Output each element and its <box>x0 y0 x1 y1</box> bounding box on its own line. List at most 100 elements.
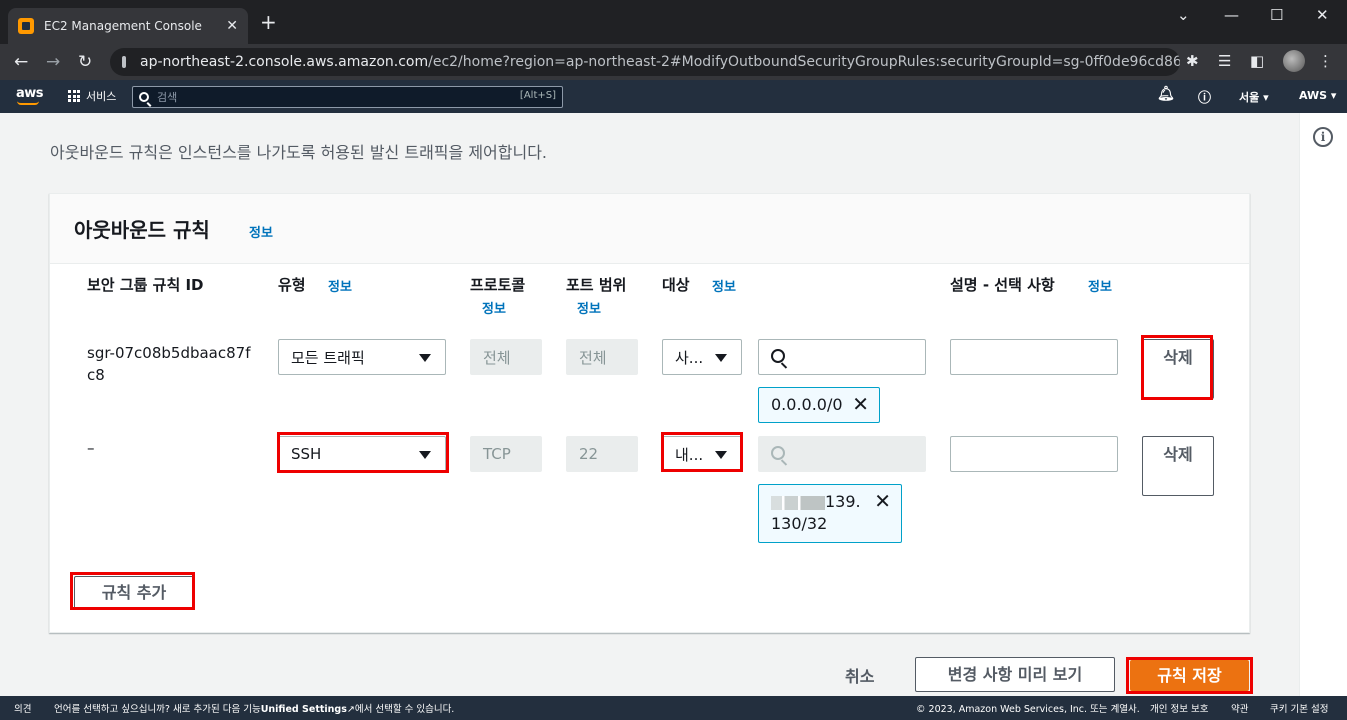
browser-toolbar: ← → ↻ ap-northeast-2.console.aws.amazon.… <box>0 44 1347 80</box>
tab-title: EC2 Management Console <box>44 19 202 33</box>
back-icon[interactable]: ← <box>14 52 28 72</box>
aws-search-input[interactable]: 검색 [Alt+S] <box>132 86 563 108</box>
row1-description-input[interactable] <box>950 339 1118 375</box>
reload-icon[interactable]: ↻ <box>78 52 92 72</box>
col-description: 설명 - 선택 사항 <box>950 276 1055 294</box>
row1-delete-button[interactable]: 삭제 <box>1142 339 1214 399</box>
row1-dest-type-select[interactable]: 사... <box>662 339 742 375</box>
close-tab-icon[interactable]: ✕ <box>226 18 238 34</box>
url-host: ap-northeast-2.console.aws.amazon.com <box>140 54 429 70</box>
row1-dest-token: 0.0.0.0/0 ✕ <box>758 387 880 423</box>
forward-icon[interactable]: → <box>46 52 60 72</box>
privacy-link[interactable]: 개인 정보 보호 <box>1150 701 1208 715</box>
info-panel-icon[interactable]: i <box>1313 127 1333 147</box>
aws-logo[interactable]: aws <box>16 86 44 105</box>
services-label: 서비스 <box>86 90 117 103</box>
col-description-info[interactable]: 정보 <box>1088 276 1112 295</box>
browser-tabbar: EC2 Management Console ✕ + ⌄ — ☐ ✕ <box>0 0 1347 44</box>
aws-navbar: aws 서비스 검색 [Alt+S] 🔔︎ ⓘ 서울 ▾ AWS ▾ <box>0 80 1347 113</box>
extensions-icon[interactable]: ✱ <box>1186 52 1199 70</box>
outbound-rules-card: 아웃바운드 규칙 정보 보안 그룹 규칙 ID 유형 정보 프로토콜 정보 포트… <box>49 193 1250 633</box>
language-notice: 언어를 선택하고 싶으십니까? 새로 추가된 다음 기능Unified Sett… <box>54 704 455 715</box>
services-menu[interactable]: 서비스 <box>68 88 116 104</box>
row2-token-value: 139. <box>825 492 861 511</box>
minimize-icon[interactable]: — <box>1224 6 1239 24</box>
address-bar[interactable]: ap-northeast-2.console.aws.amazon.com/ec… <box>110 48 1180 76</box>
row2-protocol: TCP <box>470 436 542 472</box>
caret-down-icon <box>419 451 431 459</box>
close-window-icon[interactable]: ✕ <box>1316 6 1329 24</box>
row1-port: 전체 <box>566 339 638 375</box>
row1-dest-search[interactable] <box>758 339 926 375</box>
row2-token-line2: 130/32 <box>771 514 828 533</box>
row2-delete-button[interactable]: 삭제 <box>1142 436 1214 496</box>
row2-dest-search <box>758 436 926 472</box>
account-menu[interactable]: AWS ▾ <box>1299 89 1336 102</box>
search-icon <box>771 349 785 363</box>
caret-down-icon <box>715 354 727 362</box>
row1-token-value: 0.0.0.0/0 <box>771 395 843 414</box>
row2-dest-type-value: 내... <box>675 445 704 464</box>
card-title: 아웃바운드 규칙 <box>74 218 210 242</box>
search-icon <box>139 92 149 102</box>
browser-tab[interactable]: EC2 Management Console ✕ <box>8 8 248 44</box>
row1-type-select[interactable]: 모든 트래픽 <box>278 339 446 375</box>
col-protocol-info[interactable]: 정보 <box>482 298 506 317</box>
region-selector[interactable]: 서울 ▾ <box>1239 89 1269 105</box>
side-panel-icon[interactable]: ◧ <box>1250 52 1264 70</box>
col-port-range: 포트 범위 <box>566 276 627 294</box>
row2-port: 22 <box>566 436 638 472</box>
feedback-link[interactable]: 의견 <box>14 701 31 715</box>
col-type-info[interactable]: 정보 <box>328 276 352 295</box>
save-rules-button[interactable]: 규칙 저장 <box>1130 660 1249 691</box>
col-type: 유형 <box>278 276 306 294</box>
add-rule-button[interactable]: 규칙 추가 <box>74 576 194 610</box>
caret-down-icon <box>715 451 727 459</box>
menu-icon[interactable]: ⋮ <box>1318 52 1333 70</box>
row2-type-select[interactable]: SSH <box>278 436 446 472</box>
col-protocol: 프로토콜 <box>470 276 526 294</box>
col-port-info[interactable]: 정보 <box>577 298 601 317</box>
search-icon <box>771 446 785 460</box>
help-panel-rail: i <box>1299 113 1347 696</box>
search-placeholder: 검색 <box>157 91 178 104</box>
main-content: 아웃바운드 규칙은 인스턴스를 나가도록 허용된 발신 트래픽을 제어합니다. … <box>0 113 1299 696</box>
row2-dest-token: 139. 130/32 ✕ <box>758 484 902 543</box>
cancel-button[interactable]: 취소 <box>845 663 874 687</box>
remove-token-icon[interactable]: ✕ <box>874 490 891 512</box>
caret-down-icon <box>419 354 431 362</box>
row2-type-value: SSH <box>291 445 322 463</box>
external-link-icon: ↗ <box>346 704 355 715</box>
terms-link[interactable]: 약관 <box>1231 701 1248 715</box>
profile-avatar[interactable] <box>1283 50 1305 72</box>
col-rule-id: 보안 그룹 규칙 ID <box>87 276 204 294</box>
unified-settings-link[interactable]: Unified Settings <box>261 704 347 715</box>
row2-dest-type-select[interactable]: 내... <box>662 436 742 472</box>
tab-search-icon[interactable]: ⌄ <box>1177 6 1190 24</box>
row1-protocol: 전체 <box>470 339 542 375</box>
row1-type-value: 모든 트래픽 <box>291 348 365 367</box>
url-path: /ec2/home?region=ap-northeast-2#ModifyOu… <box>428 54 1180 70</box>
row2-rule-id: – <box>87 439 95 457</box>
row1-rule-id: sgr-07c08b5dbaac87fc8 <box>87 344 251 384</box>
maximize-icon[interactable]: ☐ <box>1270 6 1283 24</box>
row2-description-input[interactable] <box>950 436 1118 472</box>
console-footer: 의견 언어를 선택하고 싶으십니까? 새로 추가된 다음 기능Unified S… <box>0 696 1347 720</box>
card-info-link[interactable]: 정보 <box>249 222 273 241</box>
aws-favicon-icon <box>18 18 34 34</box>
search-shortcut: [Alt+S] <box>519 90 556 101</box>
reading-list-icon[interactable]: ☰ <box>1218 52 1231 70</box>
page-description: 아웃바운드 규칙은 인스턴스를 나가도록 허용된 발신 트래픽을 제어합니다. <box>50 143 548 162</box>
row1-dest-type-value: 사... <box>675 348 704 367</box>
bell-icon[interactable]: 🔔︎ <box>1157 86 1175 102</box>
redacted-ip <box>771 495 825 510</box>
grid-icon <box>68 90 80 102</box>
cookie-preferences-link[interactable]: 쿠키 기본 설정 <box>1270 701 1328 715</box>
col-destination-info[interactable]: 정보 <box>712 276 736 295</box>
copyright: © 2023, Amazon Web Services, Inc. 또는 계열사… <box>916 704 1140 715</box>
help-icon[interactable]: ⓘ <box>1198 87 1211 106</box>
remove-token-icon[interactable]: ✕ <box>852 393 869 415</box>
card-header: 아웃바운드 규칙 정보 <box>50 194 1249 264</box>
preview-changes-button[interactable]: 변경 사항 미리 보기 <box>915 657 1115 692</box>
new-tab-icon[interactable]: + <box>260 12 277 32</box>
